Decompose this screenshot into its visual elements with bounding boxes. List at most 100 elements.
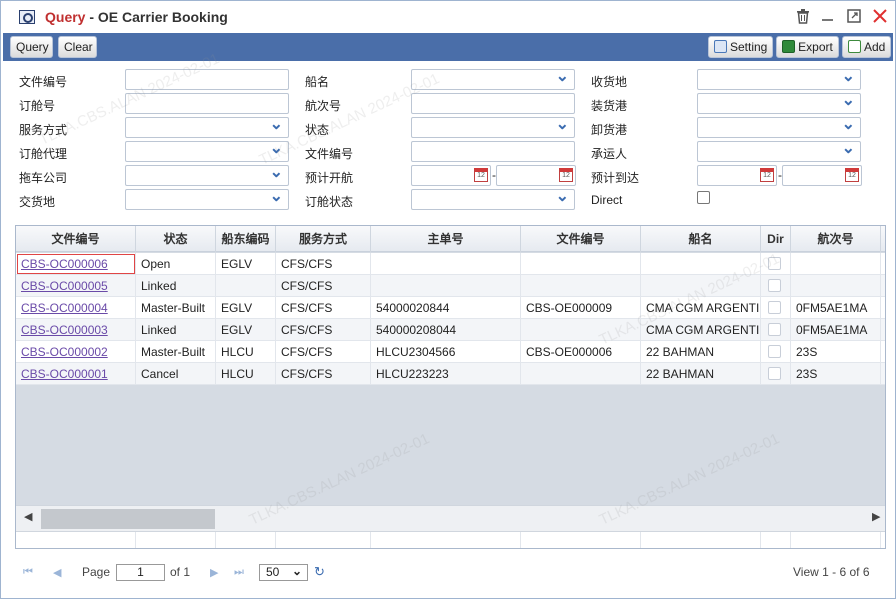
- cell-service: CFS/CFS: [276, 275, 371, 297]
- etd-label: 预计开航: [305, 171, 354, 185]
- page-size-select[interactable]: 50 ⌄: [259, 564, 308, 581]
- cell-service: CFS/CFS: [276, 297, 371, 319]
- doc-no-input[interactable]: [125, 69, 289, 90]
- col-status[interactable]: 状态: [136, 226, 216, 252]
- app-window: Query - OE Carrier Booking Query Clear S…: [0, 0, 896, 599]
- vessel-label: 船名: [305, 75, 330, 89]
- booking-agent-select[interactable]: [125, 138, 289, 162]
- receipt-select[interactable]: [697, 66, 861, 90]
- direct-label: Direct: [591, 193, 623, 207]
- scroll-right-icon[interactable]: ▶: [872, 510, 880, 523]
- calendar-icon[interactable]: 12: [559, 168, 573, 182]
- row-direct-checkbox[interactable]: [768, 279, 781, 292]
- col-master-bl[interactable]: 主单号: [371, 226, 521, 252]
- cell-file: CBS-OE000006: [521, 341, 641, 363]
- booking-no-label: 订舱号: [19, 99, 56, 113]
- booking-status-select[interactable]: [411, 186, 575, 210]
- first-page-icon[interactable]: ⏮: [23, 566, 33, 579]
- row-direct-checkbox[interactable]: [768, 345, 781, 358]
- calendar-icon[interactable]: 12: [474, 168, 488, 182]
- eta-to-input[interactable]: 12: [782, 165, 862, 186]
- table-row[interactable]: CBS-OC000002 Master-Built HLCU CFS/CFS HLCU2…: [16, 341, 885, 363]
- excel-icon: [782, 40, 796, 53]
- col-voyage[interactable]: 航次号: [791, 226, 881, 252]
- cell-doc[interactable]: CBS-OC000003: [16, 319, 136, 341]
- table-row[interactable]: CBS-OC000005 Linked CFS/CFS: [16, 275, 885, 297]
- cell-vessel: [641, 275, 761, 297]
- voyage-input[interactable]: [411, 93, 575, 114]
- next-page-icon[interactable]: ▶: [210, 566, 218, 579]
- refresh-icon[interactable]: ↻: [314, 564, 325, 580]
- table-row[interactable]: CBS-OC000003 Linked EGLV CFS/CFS 54000020804…: [16, 319, 885, 341]
- close-icon[interactable]: [872, 9, 888, 25]
- direct-cell: [761, 297, 791, 319]
- service-mode-select[interactable]: [125, 114, 289, 138]
- export-button[interactable]: Export: [776, 36, 839, 58]
- footer-cell: [276, 532, 371, 548]
- col-service-mode[interactable]: 服务方式: [276, 226, 371, 252]
- row-direct-checkbox[interactable]: [768, 301, 781, 314]
- pol-select[interactable]: [697, 90, 861, 114]
- add-button[interactable]: Add: [842, 36, 891, 58]
- cell-owner: HLCU: [216, 341, 276, 363]
- cell-mbl: 540000208044: [371, 319, 521, 341]
- query-icon: [19, 10, 35, 24]
- direct-cell: [761, 319, 791, 341]
- calendar-icon[interactable]: 12: [760, 168, 774, 182]
- table-row[interactable]: CBS-OC000006 Open EGLV CFS/CFS: [16, 253, 885, 275]
- cell-owner: HLCU: [216, 363, 276, 385]
- row-direct-checkbox[interactable]: [768, 323, 781, 336]
- cell-owner: EGLV: [216, 319, 276, 341]
- cell-owner: EGLV: [216, 253, 276, 275]
- cell-vessel: CMA CGM ARGENTINA: [641, 297, 761, 319]
- maximize-icon[interactable]: [846, 9, 862, 25]
- footer-cell: [761, 532, 791, 548]
- cell-status: Master-Built: [136, 341, 216, 363]
- cell-owner: [216, 275, 276, 297]
- col-file-no[interactable]: 文件编号: [521, 226, 641, 252]
- status-select[interactable]: [411, 114, 575, 138]
- trucking-select[interactable]: [125, 162, 289, 186]
- vessel-select[interactable]: [411, 66, 575, 90]
- scroll-left-icon[interactable]: ◀: [24, 510, 32, 523]
- col-direct[interactable]: Dir: [761, 226, 791, 252]
- calendar-icon[interactable]: 12: [845, 168, 859, 182]
- col-doc-no[interactable]: 文件编号: [16, 226, 136, 252]
- trash-icon[interactable]: [795, 9, 811, 25]
- row-direct-checkbox[interactable]: [768, 367, 781, 380]
- cell-doc[interactable]: CBS-OC000006: [16, 253, 136, 275]
- footer-cell: [136, 532, 216, 548]
- page-input[interactable]: 1: [116, 564, 165, 581]
- prev-page-icon[interactable]: ◀: [53, 566, 61, 579]
- row-direct-checkbox[interactable]: [768, 257, 781, 270]
- booking-no-input[interactable]: [125, 93, 289, 114]
- etd-from-input[interactable]: 12: [411, 165, 491, 186]
- scroll-thumb[interactable]: [41, 509, 215, 529]
- cell-doc[interactable]: CBS-OC000001: [16, 363, 136, 385]
- query-button[interactable]: Query: [10, 36, 53, 58]
- last-page-icon[interactable]: ⏭: [234, 566, 244, 579]
- clear-button[interactable]: Clear: [58, 36, 97, 58]
- delivery-select[interactable]: [125, 186, 289, 210]
- col-owner-code[interactable]: 船东编码: [216, 226, 276, 252]
- voyage-label: 航次号: [305, 99, 342, 113]
- pod-select[interactable]: [697, 114, 861, 138]
- cell-doc[interactable]: CBS-OC000002: [16, 341, 136, 363]
- table-row[interactable]: CBS-OC000004 Master-Built EGLV CFS/CFS 54000…: [16, 297, 885, 319]
- page-label: Page: [82, 565, 111, 579]
- table-row[interactable]: CBS-OC000001 Cancel HLCU CFS/CFS HLCU223223 2…: [16, 363, 885, 385]
- eta-from-input[interactable]: 12: [697, 165, 777, 186]
- cell-service: CFS/CFS: [276, 319, 371, 341]
- etd-to-input[interactable]: 12: [496, 165, 576, 186]
- carrier-select[interactable]: [697, 138, 861, 162]
- doc-no2-input[interactable]: [411, 141, 575, 162]
- direct-checkbox[interactable]: [697, 191, 710, 204]
- minimize-icon[interactable]: [820, 9, 836, 25]
- col-vessel[interactable]: 船名: [641, 226, 761, 252]
- horizontal-scrollbar[interactable]: ◀ ▶: [16, 505, 885, 531]
- setting-button[interactable]: Setting: [708, 36, 773, 58]
- add-icon: [848, 40, 861, 53]
- cell-doc[interactable]: CBS-OC000004: [16, 297, 136, 319]
- pager: ⏮ ◀ Page 1 of 1 ▶ ⏭ 50 ⌄ ↻ View 1 - 6 of …: [15, 551, 886, 593]
- cell-doc[interactable]: CBS-OC000005: [16, 275, 136, 297]
